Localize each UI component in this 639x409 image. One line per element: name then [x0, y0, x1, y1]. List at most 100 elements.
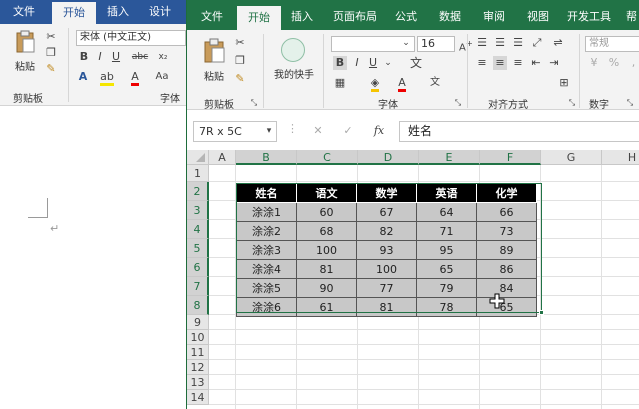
excel-paste-button[interactable]: 粘贴	[197, 68, 231, 83]
column-header[interactable]: C	[297, 150, 358, 165]
column-header[interactable]: A	[209, 150, 236, 165]
excel-copy-icon[interactable]: ❐	[233, 54, 247, 68]
table-cell[interactable]: 79	[416, 278, 477, 298]
fill-handle[interactable]	[539, 310, 544, 315]
table-cell[interactable]: 77	[356, 278, 417, 298]
table-cell[interactable]: 90	[296, 278, 357, 298]
word-font-name-select[interactable]: 宋体 (中文正文)	[76, 30, 186, 46]
excel-tab-formulas[interactable]: 公式	[389, 0, 423, 30]
excel-align-center-icon[interactable]: ≡	[493, 56, 507, 70]
excel-underline-icon[interactable]: U	[367, 56, 379, 70]
table-cell[interactable]: 100	[356, 259, 417, 279]
row-header[interactable]: 13	[187, 375, 209, 390]
word-change-case-icon[interactable]: Aa	[150, 70, 174, 84]
row-header[interactable]: 12	[187, 360, 209, 375]
table-cell[interactable]: 81	[356, 297, 417, 317]
table-cell[interactable]: 81	[296, 259, 357, 279]
excel-fill-color-icon[interactable]: ◈	[367, 76, 383, 92]
excel-grow-font-icon[interactable]: A+	[459, 36, 473, 55]
excel-align-launcher-icon[interactable]: ⤡	[567, 96, 577, 110]
word-tab-file[interactable]: 文件	[6, 0, 42, 24]
excel-wrap-text-icon[interactable]: ⇌	[551, 36, 565, 50]
row-header[interactable]: 10	[187, 330, 209, 345]
word-paste-icon[interactable]	[14, 30, 36, 54]
excel-tab-insert[interactable]: 插入	[285, 0, 319, 30]
excel-italic-icon[interactable]: I	[351, 56, 363, 70]
table-cell[interactable]: 71	[416, 221, 477, 241]
excel-tab-view[interactable]: 视图	[521, 0, 555, 30]
table-cell[interactable]: 84	[476, 278, 537, 298]
word-copy-icon[interactable]: ❐	[44, 46, 58, 60]
table-cell[interactable]: 86	[476, 259, 537, 279]
row-header[interactable]: 11	[187, 345, 209, 360]
table-cell[interactable]: 61	[296, 297, 357, 317]
row-header[interactable]: 14	[187, 390, 209, 405]
excel-tab-help[interactable]: 帮	[623, 0, 639, 30]
excel-borders-icon[interactable]: ▦	[333, 76, 347, 90]
excel-indent-increase-icon[interactable]: ⇥	[547, 56, 561, 70]
word-cut-icon[interactable]: ✂	[44, 30, 58, 44]
cancel-icon[interactable]: ✕	[311, 124, 325, 138]
table-header-cell[interactable]: 化学	[476, 183, 537, 203]
excel-underline-chevron-down-icon[interactable]: ⌄	[383, 56, 393, 70]
row-header[interactable]: 9	[187, 315, 209, 330]
word-subscript-icon[interactable]: x₂	[156, 50, 170, 64]
excel-paste-icon[interactable]	[201, 38, 227, 64]
row-header[interactable]: 4	[187, 220, 209, 239]
table-cell[interactable]: 64	[416, 202, 477, 222]
excel-font-color-icon[interactable]: A	[395, 76, 409, 92]
excel-indent-decrease-icon[interactable]: ⇤	[529, 56, 543, 70]
excel-align-top-icon[interactable]: ☰	[475, 36, 489, 50]
excel-tab-developer[interactable]: 开发工具	[563, 0, 615, 30]
select-all-corner[interactable]	[187, 150, 209, 165]
table-header-cell[interactable]: 数学	[356, 183, 417, 203]
excel-clipboard-launcher-icon[interactable]: ⤡	[249, 96, 259, 110]
word-text-effects-icon[interactable]: A	[76, 70, 90, 84]
table-cell[interactable]: 涂涂2	[236, 221, 297, 241]
excel-align-middle-icon[interactable]: ☰	[493, 36, 507, 50]
table-cell[interactable]: 65	[476, 297, 537, 317]
table-cell[interactable]: 涂涂5	[236, 278, 297, 298]
excel-orientation-icon[interactable]: ⤢	[529, 36, 545, 50]
row-header[interactable]: 6	[187, 258, 209, 277]
table-cell[interactable]: 66	[476, 202, 537, 222]
table-header-cell[interactable]: 姓名	[236, 183, 297, 203]
excel-bold-icon[interactable]: B	[333, 56, 347, 70]
table-cell[interactable]: 68	[296, 221, 357, 241]
row-header[interactable]: 2	[187, 182, 209, 201]
table-cell[interactable]: 73	[476, 221, 537, 241]
column-header[interactable]: F	[480, 150, 541, 165]
row-header[interactable]: 1	[187, 165, 209, 182]
table-cell[interactable]: 涂涂1	[236, 202, 297, 222]
excel-quick-tool-icon[interactable]	[281, 38, 305, 62]
excel-font-size-select[interactable]: 16	[417, 36, 455, 52]
excel-align-left-icon[interactable]: ≡	[475, 56, 489, 70]
excel-align-bottom-icon[interactable]: ☰	[511, 36, 525, 50]
row-header[interactable]: 8	[187, 296, 209, 315]
excel-format-painter-icon[interactable]: ✎	[233, 72, 247, 86]
table-cell[interactable]: 93	[356, 240, 417, 260]
table-cell[interactable]: 涂涂6	[236, 297, 297, 317]
excel-phonetic-icon[interactable]: 文	[409, 56, 423, 70]
excel-cut-icon[interactable]: ✂	[233, 36, 247, 50]
excel-tab-home[interactable]: 开始	[237, 6, 281, 30]
formula-input[interactable]: 姓名	[399, 121, 639, 142]
excel-number-launcher-icon[interactable]: ⤡	[625, 96, 635, 110]
insert-function-fx-icon[interactable]: fx	[371, 124, 387, 138]
excel-comma-icon[interactable]: ,	[627, 56, 639, 70]
word-format-painter-icon[interactable]: ✎	[44, 62, 58, 76]
row-header[interactable]: 3	[187, 201, 209, 220]
enter-check-icon[interactable]: ✓	[341, 124, 355, 138]
excel-tab-data[interactable]: 数据	[433, 0, 467, 30]
table-cell[interactable]: 涂涂4	[236, 259, 297, 279]
table-header-cell[interactable]: 英语	[416, 183, 477, 203]
excel-align-right-icon[interactable]: ≡	[511, 56, 525, 70]
table-cell[interactable]: 82	[356, 221, 417, 241]
row-header[interactable]: 7	[187, 277, 209, 296]
table-cell[interactable]: 67	[356, 202, 417, 222]
column-header[interactable]: D	[358, 150, 419, 165]
excel-font-name-chevron-down-icon[interactable]: ⌄	[399, 36, 413, 50]
table-cell[interactable]: 78	[416, 297, 477, 317]
word-bold-icon[interactable]: B	[78, 50, 90, 64]
word-highlight-icon[interactable]: ab	[100, 70, 114, 86]
